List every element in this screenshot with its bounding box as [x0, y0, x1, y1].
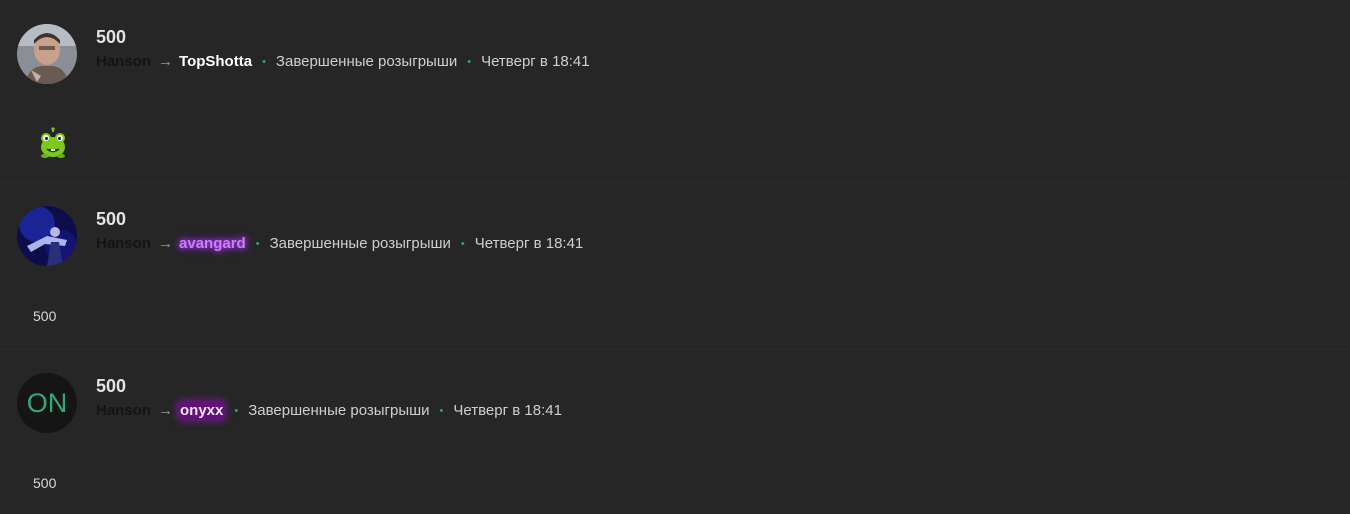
- timestamp[interactable]: Четверг в 18:41: [453, 402, 562, 419]
- transfer-amount: 500: [96, 27, 127, 47]
- category-link[interactable]: Завершенные розыгрыши: [276, 53, 457, 70]
- transfer-message: 500: [33, 475, 57, 491]
- transfer-meta: Hanson → TopShotta • Завершенные розыгры…: [96, 53, 590, 70]
- transfer-feed: 500 Hanson → TopShotta • Завершенные роз…: [0, 0, 1350, 514]
- avatar-initials: ON: [26, 387, 68, 418]
- timestamp[interactable]: Четверг в 18:41: [475, 235, 584, 252]
- separator-dot: •: [460, 237, 465, 250]
- sender-username[interactable]: Hanson: [96, 53, 151, 70]
- feed-entry: 500 Hanson → TopShotta • Завершенные роз…: [0, 0, 1350, 182]
- transfer-meta: Hanson → avangard • Завершенные розыгрыш…: [96, 235, 583, 252]
- feed-entry: 500 Hanson → avangard • Завершенные розы…: [0, 182, 1350, 350]
- feed-entry: ON 500 Hanson → onyxx • Завершенные розы…: [0, 349, 1350, 514]
- transfer-amount: 500: [96, 209, 127, 229]
- arrow-right-icon: →: [158, 235, 174, 252]
- separator-dot: •: [262, 55, 266, 68]
- avatar-topshotta[interactable]: [17, 24, 77, 84]
- avatar-onyxx[interactable]: ON: [17, 373, 77, 433]
- frog-sticker-icon: [36, 126, 70, 160]
- separator-dot: •: [234, 404, 239, 417]
- arrow-right-icon: →: [158, 53, 174, 70]
- recipient-username[interactable]: avangard: [179, 235, 246, 252]
- transfer-message: 500: [33, 308, 57, 324]
- category-link[interactable]: Завершенные розыгрыши: [270, 235, 451, 252]
- separator-dot: •: [467, 55, 472, 68]
- recipient-username[interactable]: TopShotta: [179, 53, 252, 70]
- category-link[interactable]: Завершенные розыгрыши: [248, 402, 429, 419]
- sender-username[interactable]: Hanson: [96, 402, 151, 419]
- separator-dot: •: [439, 404, 444, 417]
- transfer-meta: Hanson → onyxx • Завершенные розыгрыши •…: [96, 402, 562, 419]
- transfer-amount: 500: [96, 376, 127, 396]
- sender-username[interactable]: Hanson: [96, 235, 151, 252]
- timestamp[interactable]: Четверг в 18:41: [481, 53, 590, 70]
- recipient-username[interactable]: onyxx: [179, 402, 225, 419]
- arrow-right-icon: →: [158, 402, 174, 419]
- separator-dot: •: [255, 237, 260, 250]
- avatar-avangard[interactable]: [17, 206, 77, 266]
